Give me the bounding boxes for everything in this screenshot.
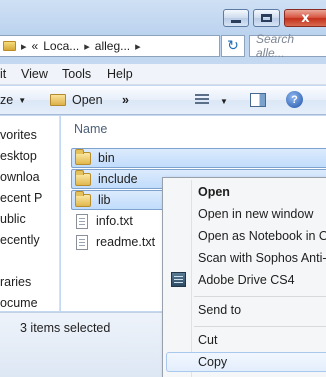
context-menu-open-as-notebook[interactable]: Open as Notebook in On: [166, 226, 326, 246]
context-menu-adobe-drive[interactable]: Adobe Drive CS4: [166, 270, 326, 290]
adobe-drive-icon: [171, 272, 186, 287]
address-bar[interactable]: ▸ « Loca... ▸ alleg... ▸: [0, 35, 220, 57]
context-menu: Open Open in new window Open as Notebook…: [162, 177, 326, 377]
context-menu-send-to[interactable]: Send to: [166, 300, 326, 320]
menu-separator: [194, 296, 326, 297]
context-menu-cut[interactable]: Cut: [166, 330, 326, 350]
open-button[interactable]: Open: [50, 93, 103, 107]
navigation-pane: vorites esktop ownloa ecent P ublic ecen…: [0, 116, 60, 311]
menu-tools[interactable]: Tools: [62, 67, 91, 81]
menu-bar: it View Tools Help: [0, 64, 326, 85]
breadcrumb-local[interactable]: Loca...: [43, 39, 79, 53]
context-menu-scan-sophos[interactable]: Scan with Sophos Anti-V: [166, 248, 326, 268]
folder-icon: [75, 169, 91, 186]
chevron-down-icon[interactable]: ▼: [220, 97, 228, 106]
nav-item-public[interactable]: ublic: [0, 212, 26, 226]
column-header-name[interactable]: Name: [74, 122, 107, 136]
file-name: info.txt: [96, 214, 133, 228]
minimize-icon: [231, 19, 241, 23]
command-bar: ze ▼ Open » ▼ ?: [0, 86, 326, 115]
folder-icon: [3, 41, 16, 51]
organize-button[interactable]: ze ▼: [0, 93, 26, 107]
refresh-icon: ↻: [227, 38, 239, 54]
file-name: readme.txt: [96, 235, 156, 249]
preview-pane-icon[interactable]: [250, 93, 266, 107]
view-options-icon[interactable]: [195, 94, 209, 106]
file-name: lib: [98, 193, 111, 207]
menu-view[interactable]: View: [21, 67, 48, 81]
chevron-right-icon[interactable]: ▸: [135, 40, 141, 53]
nav-item-recent-places[interactable]: ecent P: [0, 191, 42, 205]
open-label: Open: [72, 93, 103, 107]
close-icon: x: [301, 10, 310, 26]
nav-item-recently[interactable]: ecently: [0, 233, 40, 247]
folder-icon: [75, 148, 91, 165]
open-folder-icon: [50, 94, 66, 106]
folder-icon: [75, 190, 91, 207]
explorer-window: x ▸ « Loca... ▸ alleg... ▸ ↻ Search alle…: [0, 0, 326, 377]
context-menu-copy[interactable]: Copy: [166, 352, 326, 372]
nav-item-downloads[interactable]: ownloa: [0, 170, 40, 184]
close-button[interactable]: x: [284, 9, 326, 27]
breadcrumb-folder[interactable]: alleg...: [95, 39, 130, 53]
refresh-button[interactable]: ↻: [221, 35, 245, 57]
minimize-button[interactable]: [223, 9, 249, 27]
selection-status: 3 items selected: [20, 321, 111, 335]
organize-label: ze: [0, 93, 14, 107]
text-file-icon: [76, 234, 88, 250]
chevron-down-icon: ▼: [18, 95, 27, 105]
more-commands-button[interactable]: »: [122, 93, 129, 107]
file-name: bin: [98, 151, 115, 165]
context-menu-open-new-window[interactable]: Open in new window: [166, 204, 326, 224]
menu-edit[interactable]: it: [0, 67, 6, 81]
nav-item-libraries[interactable]: raries: [0, 275, 31, 289]
nav-item-documents[interactable]: ocume: [0, 296, 38, 310]
chevron-right-icon[interactable]: ▸: [21, 40, 27, 53]
maximize-button[interactable]: [253, 9, 280, 27]
menu-help[interactable]: Help: [107, 67, 133, 81]
context-menu-adobe-drive-label: Adobe Drive CS4: [198, 273, 295, 287]
menu-separator: [194, 326, 326, 327]
file-name: include: [98, 172, 138, 186]
context-menu-open[interactable]: Open: [166, 182, 326, 202]
nav-item-desktop[interactable]: esktop: [0, 149, 37, 163]
help-icon[interactable]: ?: [286, 91, 303, 108]
nav-item-favorites[interactable]: vorites: [0, 128, 37, 142]
chevron-right-icon[interactable]: ▸: [84, 40, 90, 53]
maximize-icon: [261, 14, 272, 22]
text-file-icon: [76, 213, 88, 229]
breadcrumb-prefix[interactable]: «: [32, 39, 39, 53]
search-input[interactable]: Search alle...: [249, 32, 326, 60]
list-item[interactable]: bin: [71, 148, 326, 168]
